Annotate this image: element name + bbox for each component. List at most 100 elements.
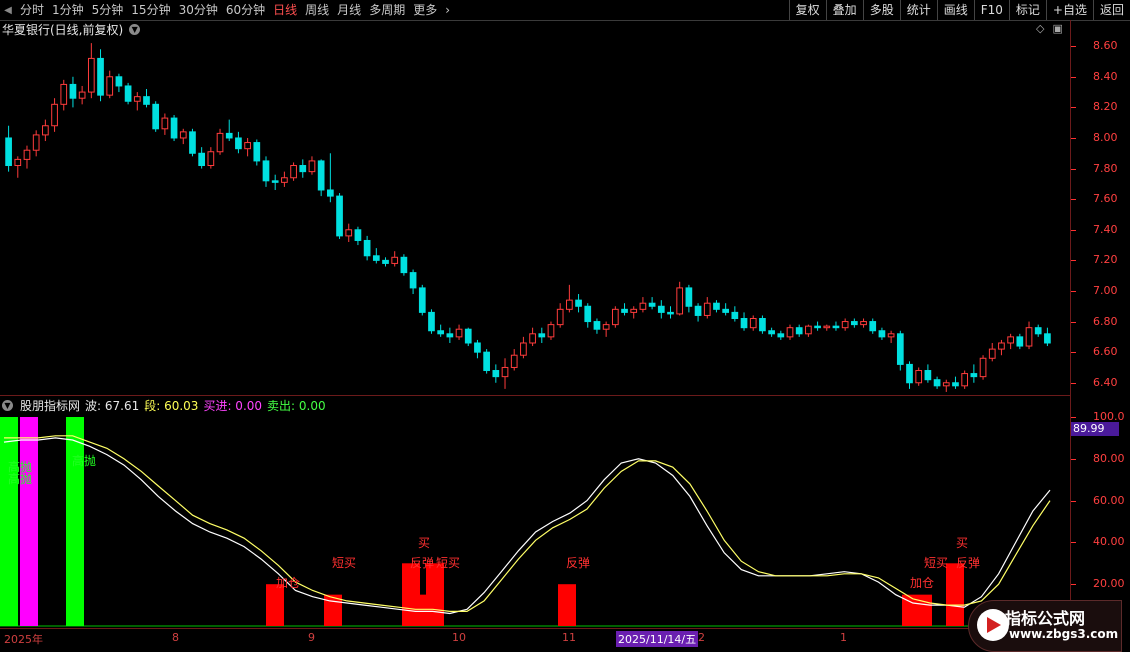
candle [474, 339, 481, 359]
maximize-icon[interactable]: ▣ [1052, 22, 1062, 35]
tab-15min[interactable]: 15分钟 [127, 0, 174, 20]
current-value-badge: 89.99 [1071, 422, 1119, 436]
candle [998, 339, 1005, 356]
candle-body [235, 137, 242, 150]
f10-button[interactable]: F10 [973, 0, 1009, 20]
candle [657, 300, 665, 319]
overlay-button[interactable]: 叠加 [825, 0, 863, 20]
price-tick [1071, 137, 1076, 139]
price-tick-label: 8.20 [1093, 100, 1118, 114]
candle-body [179, 131, 187, 139]
candle [942, 379, 950, 392]
price-tick [1071, 107, 1076, 109]
tab-weekly[interactable]: 周线 [301, 0, 333, 20]
candle [372, 248, 380, 264]
indicator-menu-icon[interactable]: ▼ [2, 399, 13, 411]
price-tick-label: 7.20 [1093, 253, 1118, 267]
candle-body [170, 117, 178, 139]
candle [189, 128, 196, 157]
tab-1min[interactable]: 1分钟 [48, 0, 88, 20]
tab-multi-period[interactable]: 多周期 [365, 0, 409, 20]
signal-label-rebound: 反弹 [566, 556, 590, 570]
date-label-jan: 1 [840, 631, 847, 644]
candle-body [685, 287, 693, 307]
candle [786, 324, 794, 340]
candle-body [327, 189, 334, 197]
candle-body [538, 333, 546, 338]
indicator-series-line [4, 435, 1051, 612]
candle-body [372, 255, 380, 261]
candle-body [437, 330, 445, 335]
restore-rights-button[interactable]: 复权 [788, 0, 826, 20]
candle [979, 355, 987, 380]
candle-body [703, 302, 711, 316]
tab-60min[interactable]: 60分钟 [222, 0, 269, 20]
candle-body [933, 379, 941, 387]
candle [42, 119, 49, 142]
signal-label-add-position: 加仓 [910, 576, 934, 590]
candle-body [1007, 336, 1014, 344]
candle-body [308, 160, 316, 173]
tab-daily[interactable]: 日线 [269, 0, 301, 20]
candle-body [667, 311, 674, 315]
chevron-down-icon[interactable]: ▼ [129, 23, 141, 35]
mark-button[interactable]: 标记 [1008, 0, 1046, 20]
candle [271, 174, 279, 190]
candle-body [924, 370, 932, 381]
multi-stock-button[interactable]: 多股 [862, 0, 900, 20]
stock-title: 华夏银行(日线,前复权) [2, 22, 124, 37]
candle-body [942, 382, 950, 387]
candle [722, 303, 729, 316]
candle [455, 324, 463, 340]
candle [915, 367, 923, 386]
bo-value: 波: 67.61 [85, 398, 140, 413]
signal-bar [266, 584, 284, 626]
indicator-chart[interactable]: 高抛高抛高抛加仓短买买反弹 短买 反弹加仓短买买反弹 [0, 413, 1070, 628]
candle-body [869, 321, 877, 332]
price-tick [1071, 321, 1076, 323]
statistics-button[interactable]: 统计 [899, 0, 937, 20]
candle-body [722, 308, 729, 313]
candle-body [510, 354, 518, 368]
candle-body [317, 160, 325, 191]
candle-body [556, 308, 564, 326]
candle-body [832, 325, 840, 329]
candle [281, 171, 288, 187]
more-chevron-icon[interactable]: › [441, 0, 454, 20]
tab-more[interactable]: 更多 [409, 0, 441, 20]
toolbar-grip-icon[interactable]: ◀ [0, 5, 16, 16]
candle-body [777, 333, 785, 338]
back-button[interactable]: 返回 [1092, 0, 1130, 20]
candle-body [768, 330, 775, 335]
candle-body [988, 348, 996, 359]
tab-monthly[interactable]: 月线 [333, 0, 365, 20]
indicator-header: ▼ 股朋指标网 波: 67.61 段: 60.03 买进: 0.00 卖出: 0… [2, 397, 326, 413]
draw-line-button[interactable]: 画线 [936, 0, 974, 20]
tab-30min[interactable]: 30分钟 [175, 0, 222, 20]
diamond-icon[interactable]: ◇ [1036, 22, 1044, 35]
tab-5min[interactable]: 5分钟 [88, 0, 128, 20]
buy-value: 买进: 0.00 [203, 398, 263, 413]
watermark-title: 指标公式网 [1005, 609, 1086, 628]
signal-label-add-position: 加仓 [276, 576, 300, 590]
candle-body [759, 318, 766, 332]
add-watchlist-button[interactable]: +自选 [1045, 0, 1093, 20]
candle [593, 318, 601, 334]
tab-fenshi[interactable]: 分时 [16, 0, 48, 20]
candle [510, 349, 518, 371]
candle-body [382, 259, 389, 264]
candlestick-chart[interactable] [0, 37, 1070, 395]
candle [768, 327, 775, 337]
date-label-oct: 10 [452, 631, 466, 644]
candle [851, 318, 858, 328]
price-tick-label: 6.60 [1093, 345, 1118, 359]
candle [464, 327, 472, 347]
candle-body [1016, 336, 1024, 347]
candle-body [455, 328, 463, 338]
candle [87, 43, 95, 99]
candle-body [851, 321, 858, 326]
price-axis: 8.60 8.40 8.20 8.00 7.80 7.60 7.40 7.20 7.00 6.80… [1071, 37, 1119, 395]
candle [1025, 321, 1033, 350]
date-label-aug: 8 [172, 631, 179, 644]
signal-label-rebound: 反弹 [410, 556, 434, 570]
